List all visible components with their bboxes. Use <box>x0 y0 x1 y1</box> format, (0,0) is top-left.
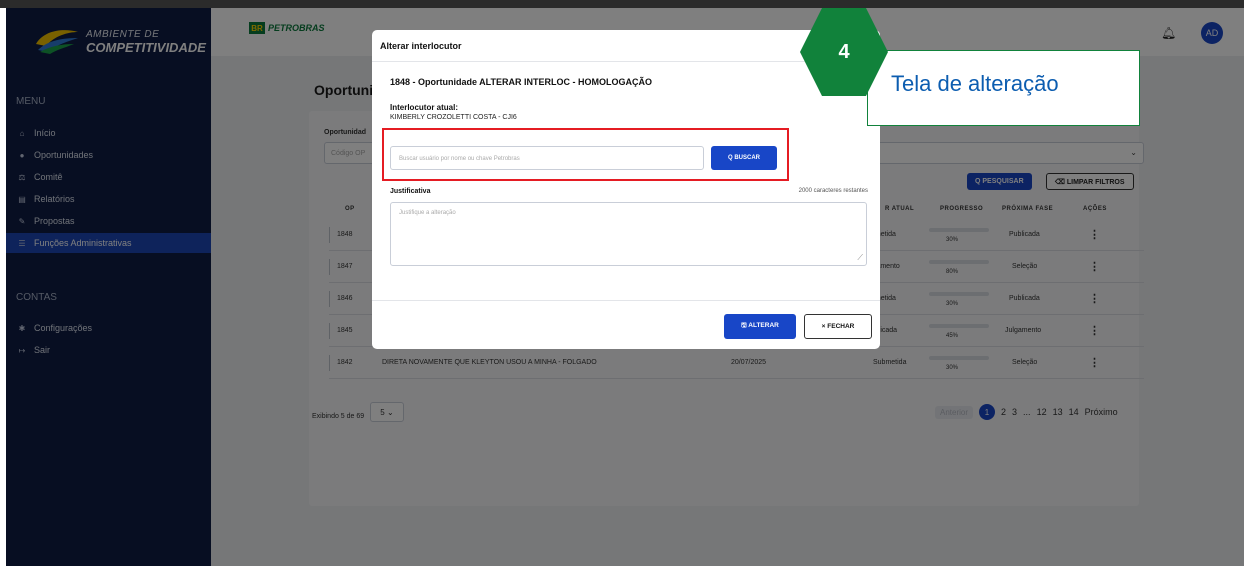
fechar-button[interactable]: × FECHAR <box>804 314 872 339</box>
opportunity-title: 1848 - Oportunidade ALTERAR INTERLOC - H… <box>390 77 653 87</box>
justificativa-textarea[interactable]: Justifique a alteração ⟋ <box>390 202 867 266</box>
user-search-input[interactable]: Buscar usuário por nome ou chave Petrobr… <box>390 146 704 170</box>
callout-text: Tela de alteração <box>891 71 1059 96</box>
justificativa-placeholder: Justifique a alteração <box>399 210 456 216</box>
modal-title: Alterar interlocutor <box>380 41 462 51</box>
alterar-button[interactable]: 🖫 ALTERAR <box>724 314 796 339</box>
modal-divider <box>372 300 880 301</box>
chars-remaining: 2000 caracteres restantes <box>798 188 868 194</box>
window-top-strip <box>0 0 1244 8</box>
interlocutor-value: KIMBERLY CROZOLETTI COSTA - CJI6 <box>390 114 517 121</box>
interlocutor-label: Interlocutor atual: <box>390 103 459 112</box>
resize-grip-icon[interactable]: ⟋ <box>857 253 863 263</box>
callout-box: Tela de alteração <box>867 50 1140 126</box>
justificativa-label: Justificativa <box>390 188 431 195</box>
buscar-button[interactable]: Q BUSCAR <box>711 146 777 170</box>
alterar-interlocutor-modal: Alterar interlocutor 1848 - Oportunidade… <box>372 30 880 349</box>
